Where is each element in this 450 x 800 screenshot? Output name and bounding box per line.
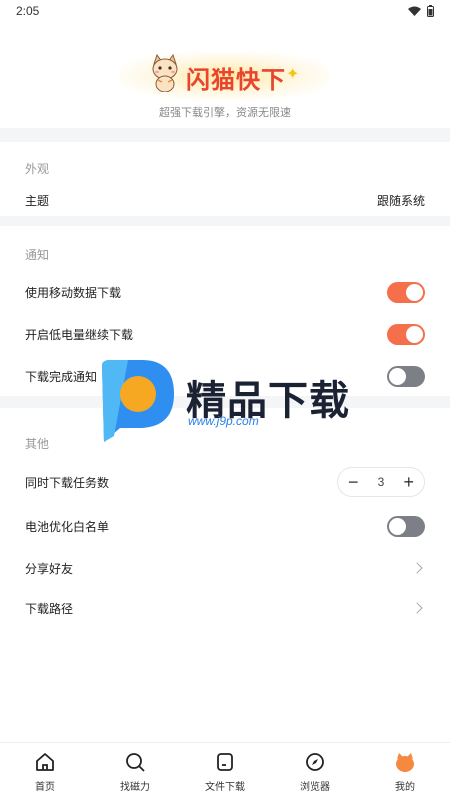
nav-profile[interactable]: 我的	[360, 743, 450, 800]
other-section-title: 其他	[25, 437, 50, 451]
download-path-label: 下载路径	[25, 601, 74, 616]
concurrent-tasks-row: 同时下载任务数 − 3 +	[0, 462, 450, 502]
share-friends-row[interactable]: 分享好友	[0, 548, 450, 588]
nav-file-download[interactable]: 文件下载	[180, 743, 270, 800]
battery-whitelist-toggle[interactable]	[387, 515, 425, 537]
mobile-data-toggle[interactable]	[387, 281, 425, 303]
app-name: 闪猫快下	[186, 67, 286, 94]
theme-row[interactable]: 主题 跟随系统	[0, 180, 450, 220]
other-section: 其他 同时下载任务数 − 3 + 电池优化白名单 分享好友 下载路径	[0, 408, 450, 742]
nav-home[interactable]: 首页	[0, 743, 90, 800]
chevron-right-icon	[411, 602, 423, 614]
low-battery-toggle[interactable]	[387, 323, 425, 345]
app-tagline: 超强下载引擎，资源无限速	[159, 107, 291, 119]
watermark-logo-icon	[102, 360, 174, 442]
battery-whitelist-label: 电池优化白名单	[25, 519, 110, 534]
status-bar: 2:05	[0, 0, 450, 22]
status-time: 2:05	[16, 4, 40, 18]
chevron-right-icon	[411, 562, 423, 574]
complete-notify-toggle[interactable]	[387, 365, 425, 387]
sparkle-icon: ✦	[286, 66, 300, 83]
mobile-data-label: 使用移动数据下载	[25, 285, 122, 300]
compass-icon	[306, 753, 324, 771]
home-icon	[36, 753, 54, 771]
nav-home-label: 首页	[35, 782, 55, 793]
wifi-icon	[408, 6, 421, 16]
download-path-row[interactable]: 下载路径	[0, 588, 450, 628]
concurrent-tasks-value: 3	[377, 475, 385, 489]
file-icon	[217, 753, 233, 771]
nav-browser-label: 浏览器	[300, 782, 330, 793]
watermark: 精品下载 www.j9p.com	[98, 358, 358, 444]
share-friends-label: 分享好友	[25, 561, 74, 576]
watermark-url: www.j9p.com	[188, 414, 259, 428]
theme-value[interactable]: 跟随系统	[377, 192, 425, 209]
notifications-section-title: 通知	[25, 248, 50, 262]
low-battery-row: 开启低电量继续下载	[0, 314, 450, 354]
cat-mascot-icon	[152, 54, 178, 92]
magnet-search-icon	[126, 753, 145, 772]
low-battery-label: 开启低电量继续下载	[25, 327, 134, 342]
appearance-section: 外观 主题 跟随系统	[0, 142, 450, 216]
nav-file-download-label: 文件下载	[205, 782, 245, 793]
nav-profile-label: 我的	[395, 782, 415, 793]
nav-magnet-search[interactable]: 找磁力	[90, 743, 180, 800]
cat-profile-icon	[396, 753, 414, 772]
increment-button[interactable]: +	[403, 473, 414, 491]
app-header: 闪猫快下 ✦ 超强下载引擎，资源无限速	[0, 22, 450, 128]
status-icons	[408, 5, 434, 17]
nav-browser[interactable]: 浏览器	[270, 743, 360, 800]
battery-whitelist-row: 电池优化白名单	[0, 506, 450, 546]
bottom-nav: 首页 找磁力 文件下载 浏览器 我的	[0, 742, 450, 800]
decrement-button[interactable]: −	[348, 473, 359, 491]
concurrent-tasks-stepper: − 3 +	[337, 467, 425, 497]
appearance-section-title: 外观	[25, 162, 50, 176]
theme-label: 主题	[25, 193, 50, 208]
battery-icon	[427, 5, 434, 17]
complete-notify-label: 下载完成通知	[25, 369, 98, 384]
concurrent-tasks-label: 同时下载任务数	[25, 475, 110, 490]
mobile-data-row: 使用移动数据下载	[0, 272, 450, 312]
nav-magnet-search-label: 找磁力	[120, 782, 150, 793]
